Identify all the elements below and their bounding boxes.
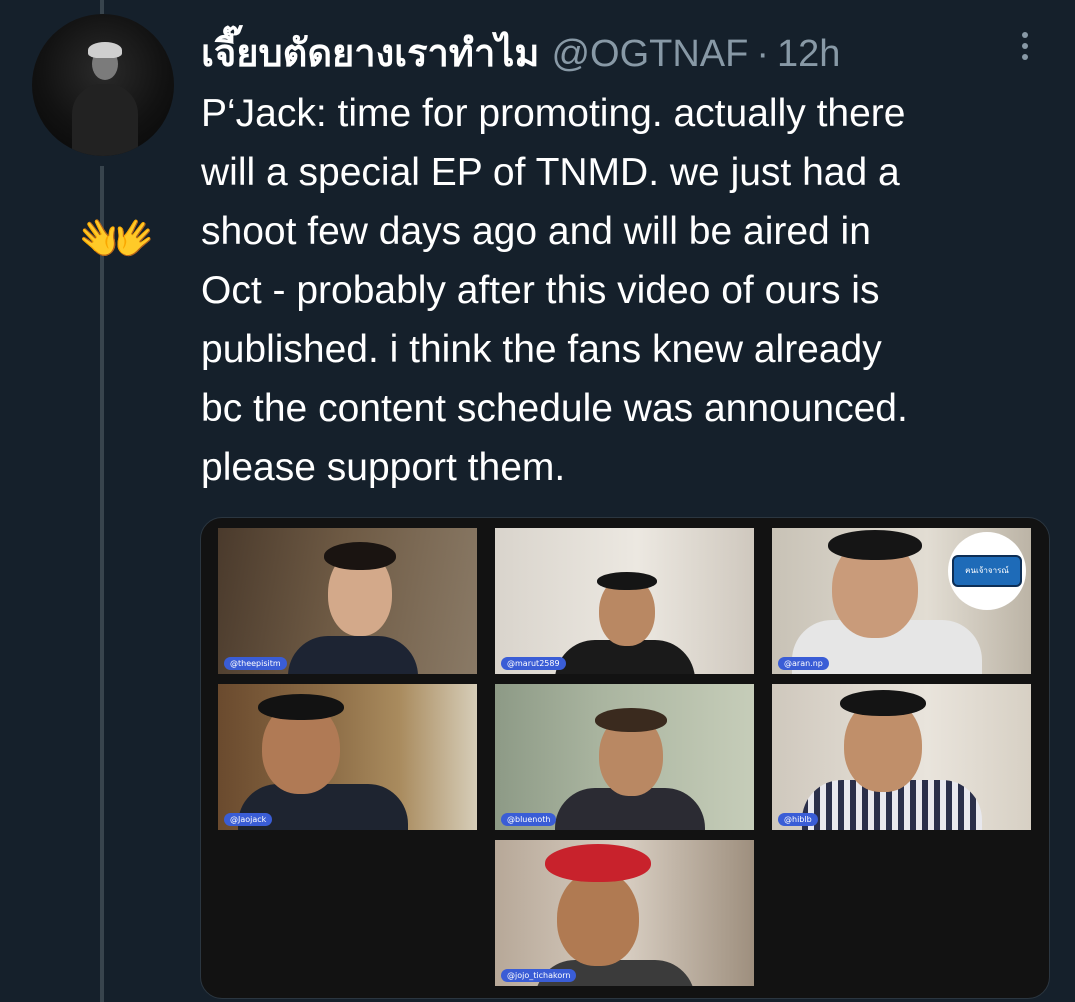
tweet-timestamp[interactable]: 12h (777, 33, 840, 76)
more-vertical-icon[interactable] (1010, 26, 1040, 66)
channel-logo-text: ฅนเจ้าจารณ์ (952, 555, 1022, 587)
header-separator: · (756, 33, 769, 75)
display-name[interactable]: เจี๊ยบตัดยางเราทำไม (201, 22, 539, 83)
tweet-media-image[interactable]: @theepisitm @marut2589 ฅนเจ้าจารณ์ @aran… (200, 517, 1050, 999)
avatar-figure-hair (88, 42, 122, 58)
tweet-page: 👐 เจี๊ยบตัดยางเราทำไม @OGTNAF · 12h P‘Ja… (0, 0, 1075, 1002)
tweet-text-line: shoot few days ago and will be aired in (201, 210, 871, 253)
thread-line (100, 166, 104, 1002)
participant-label: @marut2589 (501, 657, 566, 670)
user-handle[interactable]: @OGTNAF (551, 33, 748, 76)
video-call-tile: @theepisitm (218, 528, 477, 674)
tweet-text-line: will a special EP of TNMD. we just had a (201, 151, 900, 194)
participant-label: @jojo_tichakorn (501, 969, 577, 982)
tweet-text-line: please support them. (201, 446, 566, 489)
video-call-tile: @hiblb (772, 684, 1031, 830)
tweet-header: เจี๊ยบตัดยางเราทำไม @OGTNAF · 12h (201, 22, 840, 78)
tweet-text-line: published. i think the fans knew already (201, 328, 882, 371)
participant-label: @bluenoth (501, 813, 557, 826)
avatar[interactable] (32, 14, 174, 156)
participant-label: @theepisitm (224, 657, 287, 670)
video-call-tile: @bluenoth (495, 684, 754, 830)
video-call-tile: ฅนเจ้าจารณ์ @aran.np (772, 528, 1031, 674)
open-hands-emoji: 👐 (78, 202, 156, 275)
tweet-text-line: bc the content schedule was announced. (201, 387, 908, 430)
tweet-text-line: P‘Jack: time for promoting. actually the… (201, 92, 906, 135)
channel-logo: ฅนเจ้าจารณ์ (948, 532, 1026, 610)
tweet-text-line: Oct - probably after this video of ours … (201, 269, 880, 312)
avatar-figure-body (72, 84, 138, 156)
participant-label: @aran.np (778, 657, 829, 670)
participant-label: @hiblb (778, 813, 818, 826)
video-call-tile: @marut2589 (495, 528, 754, 674)
video-call-tile: @jojo_tichakorn (495, 840, 754, 986)
participant-label: @Jaojack (224, 813, 273, 826)
video-call-tile: @Jaojack (218, 684, 477, 830)
tweet-text: P‘Jack: time for promoting. actually the… (201, 84, 1061, 497)
thread-line-top (100, 0, 104, 14)
